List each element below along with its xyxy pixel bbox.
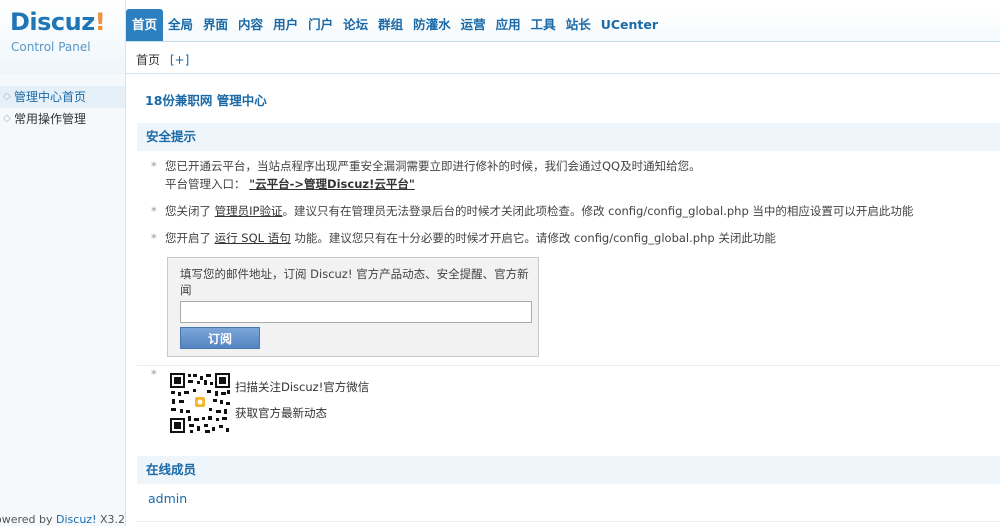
ip-verify-link[interactable]: 管理员IP验证 [215,204,283,218]
nav-item[interactable]: 全局 [163,9,198,41]
logo-subtitle: Control Panel [11,40,91,54]
cloud-manage-link[interactable]: "云平台->管理Discuz!云平台" [249,177,415,191]
nav-item[interactable]: 论坛 [338,9,373,41]
nav-item[interactable]: 工具 [526,9,561,41]
powered-by: owered by Discuz! X3.2 [0,513,126,526]
bullet-icon: * [151,367,157,381]
header: Discuz! Control Panel 首页 全局 界面 内容 用户 门户 论坛 群组 防灌… [0,0,1000,74]
tip-cloud: * 您已开通云平台，当站点程序出现严重安全漏洞需要立即进行修补的时候，我们会通过… [151,159,701,191]
online-member-link[interactable]: admin [148,491,187,506]
nav-item[interactable]: 首页 [126,9,164,41]
nav-item[interactable]: 防灌水 [408,9,456,41]
sidebar-menu: ◇ 管理中心首页 ◇ 常用操作管理 [0,86,125,130]
nav-item[interactable]: UCenter [596,9,663,41]
main-content: 18份兼职网 管理中心 安全提示 * 您已开通云平台，当站点程序出现严重安全漏洞… [127,75,1000,526]
sidebar: ◇ 管理中心首页 ◇ 常用操作管理 owered by Discuz! X3.2 [0,74,126,526]
sidebar-item-label: 管理中心首页 [14,90,87,104]
nav-item[interactable]: 运营 [456,9,491,41]
subscribe-button[interactable]: 订阅 [180,327,260,349]
page-title: 18份兼职网 管理中心 [145,93,267,108]
add-shortcut-button[interactable]: [+] [170,46,189,74]
top-nav: 首页 全局 界面 内容 用户 门户 论坛 群组 防灌水 运营 应用 工具 站长 UCenter [126,9,1000,42]
bullet-icon: * [151,231,157,245]
logo[interactable]: Discuz! Control Panel [0,0,126,74]
discuz-link[interactable]: Discuz! [56,513,96,526]
nav-item[interactable]: 内容 [233,9,268,41]
diamond-icon: ◇ [3,91,11,102]
logo-brand: Discuz! [10,8,106,36]
tip-sql: * 您开启了 运行 SQL 语句 功能。建议您只有在十分必要的时候才开启它。请修… [151,231,776,245]
top-nav-bar: 首页 全局 界面 内容 用户 门户 论坛 群组 防灌水 运营 应用 工具 站长 UCenter [126,9,1000,42]
bullet-icon: * [151,204,157,218]
breadcrumb-home[interactable]: 首页 [136,46,160,74]
nav-item[interactable]: 用户 [268,9,303,41]
nav-item[interactable]: 群组 [373,9,408,41]
bullet-icon: * [151,159,157,173]
nav-item[interactable]: 应用 [491,9,526,41]
email-field[interactable] [180,301,532,323]
subscribe-box: 填写您的邮件地址，订阅 Discuz! 官方产品动态、安全提醒、官方新闻 订阅 [167,257,539,357]
nav-item[interactable]: 站长 [561,9,596,41]
wechat-qr-icon [169,372,231,434]
nav-item[interactable]: 界面 [198,9,233,41]
sidebar-item-label: 常用操作管理 [14,112,87,126]
nav-item[interactable]: 门户 [303,9,338,41]
wechat-row: * 扫描关注Discuz!官方微信 获取官方最新动态 [151,367,551,437]
tip-ip-verify: * 您关闭了 管理员IP验证。建议只有在管理员无法登录后台的时候才关闭此项检查。… [151,204,914,218]
subscribe-label: 填写您的邮件地址，订阅 Discuz! 官方产品动态、安全提醒、官方新闻 [180,267,529,297]
sidebar-item[interactable]: ◇ 常用操作管理 [0,108,125,130]
diamond-icon: ◇ [3,113,11,124]
run-sql-link[interactable]: 运行 SQL 语句 [215,231,291,245]
security-heading: 安全提示 [137,123,1000,151]
wechat-line-1: 扫描关注Discuz!官方微信 [235,380,370,394]
online-heading: 在线成员 [137,456,1000,484]
divider [137,521,1000,522]
breadcrumb: 首页 [+] [126,46,1000,74]
divider [137,365,1000,366]
sidebar-item[interactable]: ◇ 管理中心首页 [0,86,125,108]
wechat-line-2: 获取官方最新动态 [235,406,327,420]
